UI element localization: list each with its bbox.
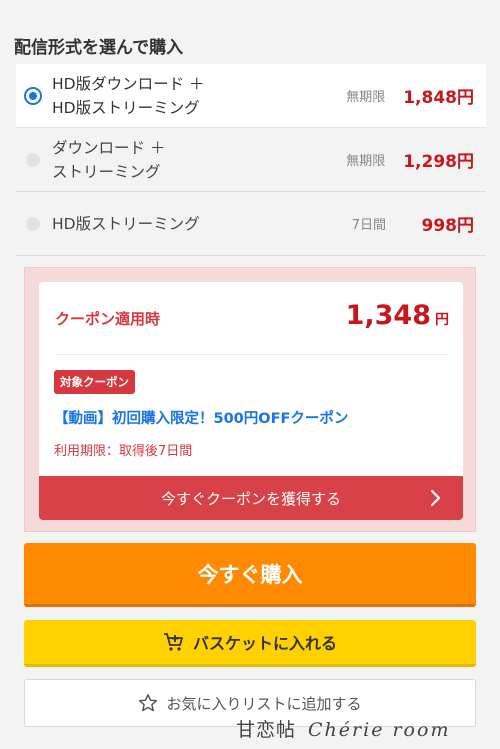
coupon-price-unit: 円: [435, 312, 449, 328]
watermark-latin: Chérie room: [308, 719, 451, 741]
coupon-price: 1,348 円: [346, 300, 449, 331]
coupon-name-link[interactable]: 【動画】初回購入限定！500円OFFクーポン: [54, 407, 348, 428]
buy-now-label: 今すぐ購入: [197, 562, 303, 587]
radio-unselected[interactable]: [26, 216, 40, 231]
basket-label: バスケットに入れる: [192, 634, 337, 653]
chevron-right-icon: [430, 489, 441, 507]
option-label: HD版ストリーミング: [52, 214, 200, 233]
option-period: 無期限: [346, 90, 386, 105]
coupon-heading: クーポン適用時: [55, 310, 161, 328]
coupon-badge: 対象クーポン: [54, 370, 135, 394]
option-label: ダウンロード ＋ ストリーミング: [52, 138, 166, 181]
option-download-streaming[interactable]: ダウンロード ＋ ストリーミング 無期限 1,298円: [16, 128, 486, 192]
option-period: 7日間: [351, 218, 386, 233]
option-hd-download-streaming[interactable]: HD版ダウンロード ＋ HD版ストリーミング 無期限 1,848円: [16, 64, 486, 128]
star-outline-icon: [139, 694, 158, 712]
coupon-panel: クーポン適用時 1,348 円 対象クーポン 【動画】初回購入限定！500円OFF…: [24, 267, 476, 532]
delivery-options-list: HD版ダウンロード ＋ HD版ストリーミング 無期限 1,848円 ダウンロード…: [16, 64, 486, 256]
get-coupon-label: 今すぐクーポンを獲得する: [160, 489, 341, 508]
option-label: HD版ダウンロード ＋ HD版ストリーミング: [52, 74, 205, 117]
add-to-basket-button[interactable]: バスケットに入れる: [24, 620, 476, 667]
radio-selected[interactable]: [24, 86, 42, 105]
coupon-expiry: 利用期限：取得後7日間: [54, 444, 193, 459]
section-title: 配信形式を選んで購入: [14, 38, 184, 58]
watermark: 甘恋帖 Chérie room: [236, 715, 450, 742]
coupon-card: クーポン適用時 1,348 円 対象クーポン 【動画】初回購入限定！500円OFF…: [39, 282, 463, 520]
get-coupon-button[interactable]: 今すぐクーポンを獲得する: [39, 476, 463, 520]
coupon-price-value: 1,348: [345, 300, 431, 331]
option-price: 1,848円: [403, 88, 474, 108]
wishlist-label: お気に入りリストに追加する: [166, 694, 362, 713]
option-price: 998円: [421, 216, 475, 236]
radio-unselected[interactable]: [26, 152, 40, 167]
buy-now-button[interactable]: 今すぐ購入: [24, 543, 476, 607]
cart-add-icon: [163, 633, 183, 651]
option-period: 無期限: [346, 154, 386, 169]
watermark-jp: 甘恋帖: [236, 719, 297, 741]
option-hd-streaming[interactable]: HD版ストリーミング 7日間 998円: [16, 192, 486, 256]
option-price: 1,298円: [403, 152, 474, 172]
divider: [55, 354, 449, 355]
